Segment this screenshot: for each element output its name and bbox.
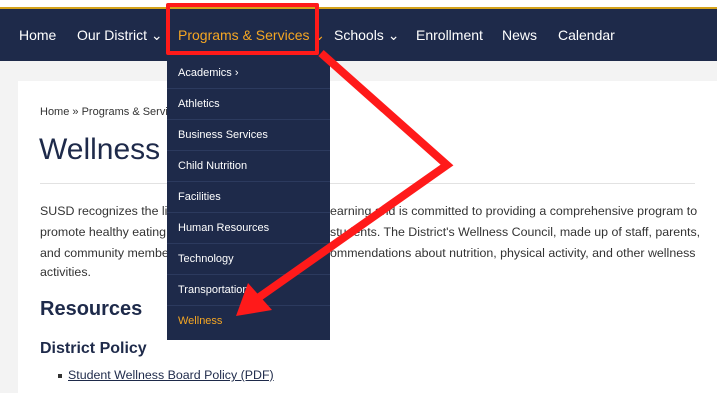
annotation-arrow (236, 50, 454, 316)
arrow-shaft (255, 50, 454, 302)
